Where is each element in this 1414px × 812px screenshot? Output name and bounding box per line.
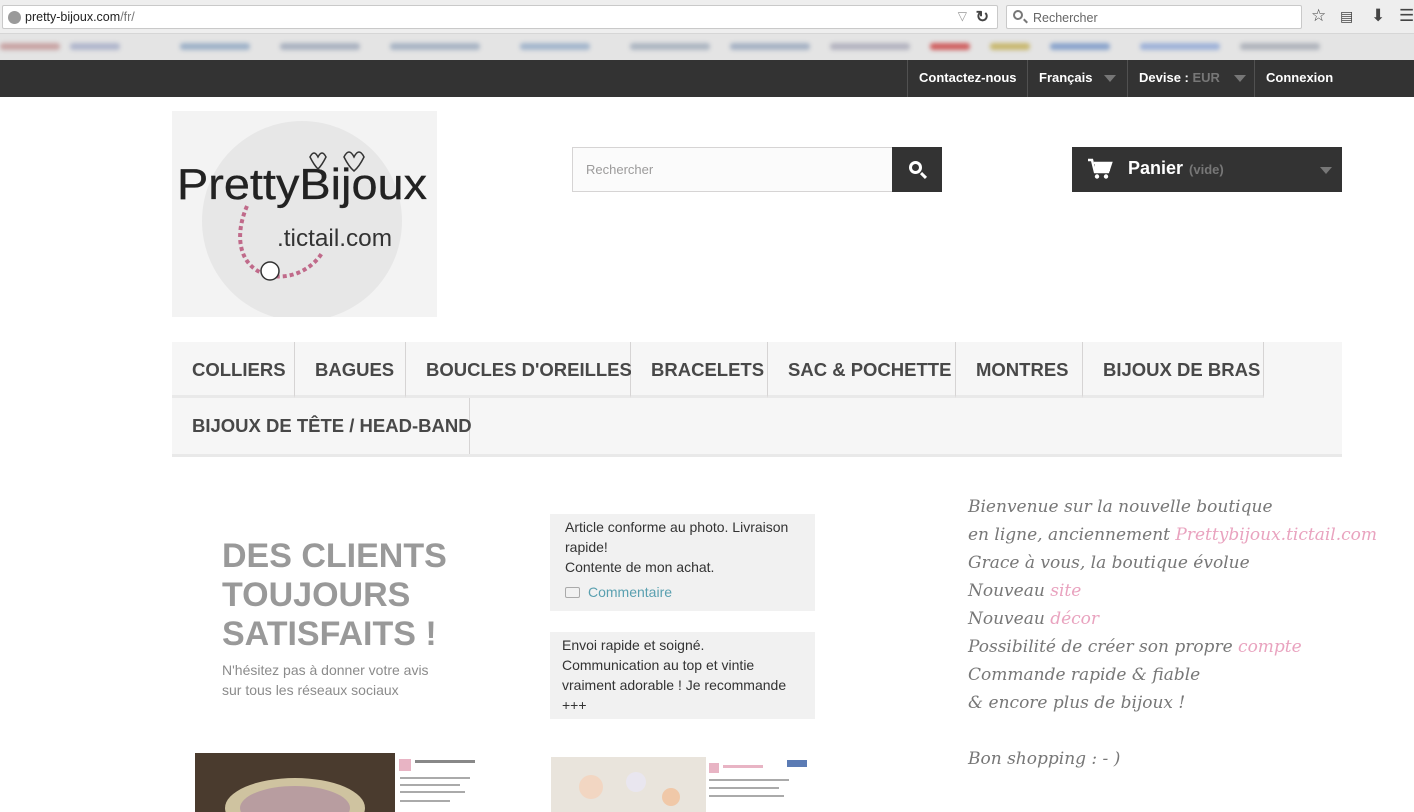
review-card: Article conforme au photo. Livraison rap… bbox=[550, 514, 815, 611]
download-icon[interactable]: ⬇ bbox=[1371, 6, 1385, 26]
comment-link[interactable]: Commentaire bbox=[565, 582, 805, 602]
bookmark-star-icon[interactable]: ☆ bbox=[1311, 6, 1326, 26]
chevron-down-icon bbox=[1104, 75, 1116, 82]
review-text: Envoi rapide et soigné. Communication au… bbox=[562, 637, 787, 713]
menu-icon[interactable]: ☰ bbox=[1399, 6, 1414, 26]
browser-search-placeholder: Rechercher bbox=[1033, 11, 1098, 25]
top-nav: Contactez-nous Français Devise : EUR Con… bbox=[0, 60, 1414, 97]
site-search-input[interactable]: Rechercher bbox=[586, 162, 653, 177]
welcome-line: Possibilité de créer son propre compte bbox=[968, 637, 1302, 657]
menu-item-bijoux-de-tete[interactable]: BIJOUX DE TÊTE / HEAD-BAND bbox=[172, 398, 472, 454]
testimonial-image bbox=[551, 757, 809, 812]
menu-item-boucles-oreilles[interactable]: BOUCLES D'OREILLES bbox=[406, 342, 632, 398]
comment-icon bbox=[565, 587, 580, 598]
menu-item-bracelets[interactable]: BRACELETS bbox=[631, 342, 768, 398]
cart-label: Panier (vide) bbox=[1128, 158, 1224, 178]
history-dropdown-icon[interactable]: ▽ bbox=[958, 9, 967, 23]
url-text[interactable]: pretty-bijoux.com/fr/ bbox=[25, 10, 135, 24]
welcome-line: Commande rapide & fiable bbox=[968, 665, 1201, 685]
welcome-line: Nouveau décor bbox=[968, 609, 1100, 629]
promo-title: DES CLIENTS TOUJOURS SATISFAITS ! bbox=[222, 537, 447, 653]
browser-search-input[interactable]: Rechercher bbox=[1006, 5, 1302, 29]
menu-item-montres[interactable]: MONTRES bbox=[956, 342, 1083, 398]
review-card: Envoi rapide et soigné. Communication au… bbox=[550, 632, 815, 719]
site-logo[interactable]: PrettyBijoux .tictail.com bbox=[172, 111, 437, 317]
search-icon bbox=[1013, 10, 1023, 20]
welcome-message: Bienvenue sur la nouvelle boutique en li… bbox=[968, 493, 1388, 773]
globe-icon bbox=[8, 11, 21, 24]
menu-item-bijoux-de-bras[interactable]: BIJOUX DE BRAS bbox=[1083, 342, 1264, 398]
welcome-line: & encore plus de bijoux ! bbox=[968, 693, 1186, 713]
testimonial-screenshot[interactable] bbox=[195, 753, 492, 812]
svg-text:.tictail.com: .tictail.com bbox=[277, 225, 392, 252]
language-selector[interactable]: Français bbox=[1027, 60, 1127, 97]
currency-selector[interactable]: Devise : EUR bbox=[1127, 60, 1255, 97]
site-search[interactable]: Rechercher bbox=[572, 147, 942, 192]
reload-icon[interactable]: ↻ bbox=[976, 7, 989, 27]
welcome-line: en ligne, anciennement Prettybijoux.tict… bbox=[968, 525, 1377, 545]
menu-item-colliers[interactable]: COLLIERS bbox=[172, 342, 295, 398]
main-menu: COLLIERS BAGUES BOUCLES D'OREILLES BRACE… bbox=[172, 342, 1342, 457]
menu-item-sac-pochette[interactable]: SAC & POCHETTE bbox=[768, 342, 956, 398]
browser-toolbar: pretty-bijoux.com/fr/ ▽ ↻ Rechercher ☆ ▤… bbox=[0, 0, 1414, 34]
testimonial-image bbox=[195, 753, 492, 812]
cart-button[interactable]: Panier (vide) bbox=[1072, 147, 1342, 192]
svg-text:PrettyBijoux: PrettyBijoux bbox=[177, 160, 427, 209]
chevron-down-icon bbox=[1234, 75, 1246, 82]
review-text: Article conforme au photo. Livraison rap… bbox=[565, 519, 789, 555]
bookmarks-bar bbox=[0, 34, 1414, 60]
review-text: Contente de mon achat. bbox=[565, 559, 715, 575]
contact-link[interactable]: Contactez-nous bbox=[907, 60, 1028, 97]
reading-list-icon[interactable]: ▤ bbox=[1340, 6, 1353, 26]
old-site-link[interactable]: Prettybijoux.tictail.com bbox=[1175, 525, 1377, 545]
welcome-line: Bon shopping : - ) bbox=[968, 749, 1121, 769]
chevron-down-icon bbox=[1320, 167, 1332, 174]
welcome-line: Grace à vous, la boutique évolue bbox=[968, 553, 1250, 573]
welcome-line: Nouveau site bbox=[968, 581, 1082, 601]
search-button[interactable] bbox=[892, 147, 942, 192]
testimonial-screenshot[interactable] bbox=[551, 757, 809, 812]
logo-artwork: PrettyBijoux .tictail.com bbox=[177, 121, 427, 317]
menu-item-bagues[interactable]: BAGUES bbox=[295, 342, 406, 398]
login-link[interactable]: Connexion bbox=[1254, 60, 1414, 97]
promo-text: N'hésitez pas à donner votre avis sur to… bbox=[222, 662, 429, 698]
welcome-line: Bienvenue sur la nouvelle boutique bbox=[968, 497, 1273, 517]
cart-icon bbox=[1088, 158, 1113, 179]
address-bar[interactable]: pretty-bijoux.com/fr/ ▽ ↻ bbox=[2, 5, 998, 29]
